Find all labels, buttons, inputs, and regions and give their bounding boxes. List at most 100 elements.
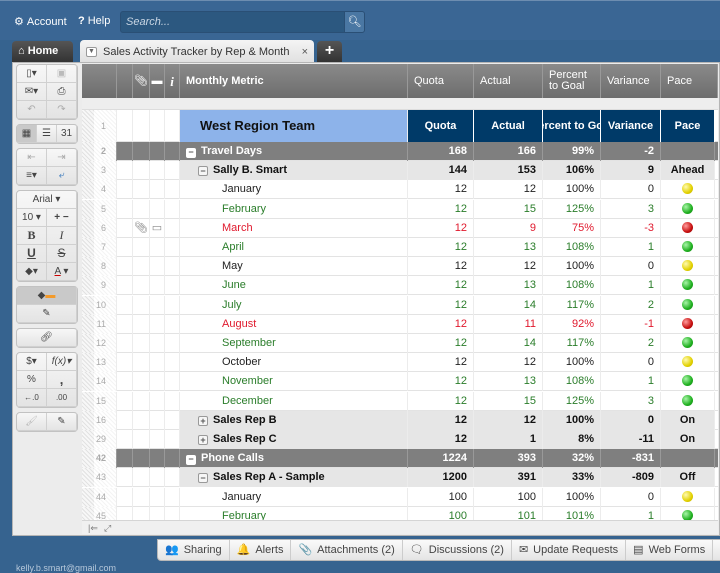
actual-cell[interactable]: 100 — [474, 487, 543, 507]
variance-cell[interactable]: 0 — [601, 410, 661, 430]
variance-cell[interactable]: 0 — [601, 487, 661, 507]
pace-cell[interactable] — [661, 353, 715, 373]
actual-cell[interactable]: 12 — [474, 410, 543, 430]
column-header-variance[interactable]: Variance — [601, 64, 661, 98]
table-row[interactable]: 10 July 12 14 117% 2 — [82, 295, 718, 315]
quota-cell[interactable]: 12 — [408, 430, 474, 449]
row-number[interactable]: 29 — [82, 430, 117, 449]
underline-button[interactable]: U — [17, 245, 47, 263]
subgroup-row[interactable]: 29 + Sales Rep C 12 1 8% -11 On — [82, 430, 718, 449]
metric-cell[interactable]: March — [180, 218, 408, 238]
variance-cell[interactable]: -1 — [601, 314, 661, 334]
row-number[interactable]: 3 — [82, 161, 117, 181]
pace-cell[interactable] — [661, 487, 715, 507]
pace-cell[interactable] — [661, 142, 715, 161]
percent-cell[interactable]: 108% — [543, 372, 601, 392]
paperclip-icon[interactable]: 📎︎ — [134, 222, 148, 234]
variance-cell[interactable]: -809 — [601, 468, 661, 488]
quota-cell[interactable]: 12 — [408, 218, 474, 238]
increase-decimal-button[interactable]: .00 — [47, 389, 77, 407]
tab-home[interactable]: ⌂ Home — [12, 41, 73, 62]
account-link[interactable]: ⚙ Account — [14, 15, 67, 29]
subgroup-row[interactable]: 43− Sales Rep A - Sample 1200 391 33% -809 Off — [82, 468, 718, 488]
variance-cell[interactable]: 3 — [601, 199, 661, 219]
percent-cell[interactable]: 100% — [543, 487, 601, 507]
pace-cell[interactable]: On — [661, 410, 715, 430]
percent-cell[interactable]: 100% — [543, 180, 601, 200]
metric-cell[interactable]: July — [180, 295, 408, 315]
quota-cell[interactable]: 168 — [408, 142, 474, 161]
bottom-tab-attachments[interactable]: 📎 Attachments (2) — [291, 540, 403, 560]
expand-icon[interactable]: + — [198, 435, 208, 445]
table-row[interactable]: 13 October 12 12 100% 0 — [82, 353, 718, 373]
metric-cell[interactable]: January — [180, 487, 408, 507]
help-link[interactable]: ? Help — [78, 15, 110, 27]
strikethrough-button[interactable]: S — [47, 245, 77, 263]
column-header-metric[interactable]: Monthly Metric — [180, 64, 408, 98]
actual-cell[interactable]: 12 — [474, 180, 543, 200]
row-number[interactable]: 15 — [82, 391, 117, 411]
table-row[interactable]: 12 September 12 14 117% 2 — [82, 334, 718, 353]
undo-icon[interactable]: ↶ — [17, 101, 47, 119]
group-row[interactable]: 42− Phone Calls 1224 393 32% -831 — [82, 449, 718, 469]
clear-format-icon[interactable]: 🖌︎ — [17, 413, 47, 431]
pace-cell[interactable] — [661, 295, 715, 315]
actual-cell[interactable]: 153 — [474, 161, 543, 181]
percent-cell[interactable]: 99% — [543, 142, 601, 161]
pace-cell[interactable]: Off — [661, 468, 715, 488]
discussion-cell[interactable]: ▭ — [150, 218, 165, 238]
column-header-percent[interactable]: Percent to Goal — [543, 64, 601, 98]
group-row[interactable]: 2− Travel Days 168 166 99% -2 — [82, 142, 718, 161]
tab-menu-icon[interactable]: ▼ — [86, 46, 97, 57]
conditional-format-icon[interactable]: ◆▬ — [17, 287, 77, 305]
font-size-select[interactable]: 10 ▾ — [17, 209, 47, 227]
mail-icon[interactable]: ✉▾ — [17, 83, 47, 101]
quota-cell[interactable]: 1224 — [408, 449, 474, 469]
actual-cell[interactable]: 11 — [474, 314, 543, 334]
calendar-view-icon[interactable]: 31 — [57, 125, 77, 143]
metric-cell[interactable]: − Sales Rep A - Sample — [180, 468, 408, 488]
metric-cell[interactable]: − Sally B. Smart — [180, 161, 408, 181]
attachment-column-header[interactable]: 📎︎ — [133, 64, 150, 98]
percent-cell[interactable]: 8% — [543, 430, 601, 449]
metric-cell[interactable]: April — [180, 238, 408, 257]
row-number[interactable]: 11 — [82, 314, 117, 334]
variance-cell[interactable]: 2 — [601, 334, 661, 353]
row-number[interactable]: 16 — [82, 410, 117, 430]
new-icon[interactable]: ▯▾ — [17, 65, 47, 83]
actual-cell[interactable]: 393 — [474, 449, 543, 469]
actual-cell[interactable]: 13 — [474, 372, 543, 392]
title-row[interactable]: 1 West Region Team Quota Actual Percent … — [82, 110, 718, 142]
collapse-sidebar-icon[interactable]: |⇐ — [88, 521, 98, 535]
row-number[interactable]: 2 — [82, 142, 117, 161]
actual-cell[interactable]: 13 — [474, 276, 543, 296]
actual-cell[interactable]: 391 — [474, 468, 543, 488]
bottom-tab-p[interactable]: 🌐P — [713, 540, 720, 560]
info-column-header[interactable]: i — [165, 64, 180, 98]
bottom-tab-sharing[interactable]: 👥 Sharing — [158, 540, 230, 560]
column-header-quota[interactable]: Quota — [408, 64, 474, 98]
actual-cell[interactable]: 9 — [474, 218, 543, 238]
metric-cell[interactable]: − Travel Days — [180, 142, 408, 161]
row-number[interactable]: 9 — [82, 276, 117, 296]
column-header-actual[interactable]: Actual — [474, 64, 543, 98]
grid-view-icon[interactable]: ▦ — [17, 125, 37, 143]
row-number[interactable]: 14 — [82, 372, 117, 392]
metric-cell[interactable]: June — [180, 276, 408, 296]
metric-cell[interactable]: December — [180, 391, 408, 411]
indent-icon[interactable]: ⇥ — [47, 149, 77, 167]
percent-cell[interactable]: 117% — [543, 334, 601, 353]
close-tab-icon[interactable]: × — [302, 46, 308, 58]
row-number[interactable]: 5 — [82, 199, 117, 219]
row-number[interactable]: 7 — [82, 238, 117, 257]
bottom-tab-web-forms[interactable]: ▤ Web Forms — [626, 540, 714, 560]
pace-cell[interactable] — [661, 314, 715, 334]
percent-cell[interactable]: 33% — [543, 468, 601, 488]
bottom-tab-update-requests[interactable]: ✉ Update Requests — [512, 540, 627, 560]
fill-color-icon[interactable]: ◆▾ — [17, 263, 47, 281]
actual-cell[interactable]: 166 — [474, 142, 543, 161]
function-button[interactable]: f(x)▾ — [47, 353, 77, 371]
metric-cell[interactable]: October — [180, 353, 408, 373]
title-variance[interactable]: Variance — [601, 110, 661, 142]
pace-cell[interactable]: On — [661, 430, 715, 449]
